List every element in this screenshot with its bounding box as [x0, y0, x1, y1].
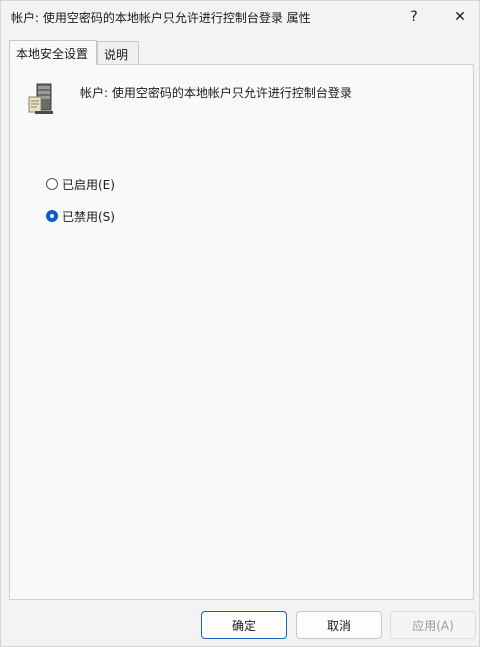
close-icon: ✕	[454, 9, 466, 25]
enabled-label: 已启用(E)	[62, 177, 115, 192]
properties-dialog: 帐户: 使用空密码的本地帐户只允许进行控制台登录 属性 ? ✕ 本地安全设置 说…	[0, 0, 480, 647]
title-bar: 帐户: 使用空密码的本地帐户只允许进行控制台登录 属性 ? ✕	[1, 1, 479, 33]
help-icon: ?	[410, 9, 418, 25]
cancel-button[interactable]: 取消	[296, 611, 382, 639]
window-title: 帐户: 使用空密码的本地帐户只允许进行控制台登录 属性	[11, 11, 311, 25]
option-disabled[interactable]: 已禁用(S)	[46, 207, 115, 225]
ok-button[interactable]: 确定	[201, 611, 287, 639]
option-enabled[interactable]: 已启用(E)	[46, 175, 115, 193]
tab-local-security-setting[interactable]: 本地安全设置	[9, 40, 97, 65]
disabled-radio[interactable]	[46, 210, 58, 222]
server-policy-icon	[28, 83, 53, 114]
policy-title: 帐户: 使用空密码的本地帐户只允许进行控制台登录	[80, 86, 352, 100]
disabled-label: 已禁用(S)	[62, 209, 115, 224]
apply-button[interactable]: 应用(A)	[390, 611, 476, 639]
tab-explain[interactable]: 说明	[97, 41, 139, 64]
enabled-radio[interactable]	[46, 178, 58, 190]
help-button[interactable]: ?	[391, 1, 437, 33]
tab-panel: 帐户: 使用空密码的本地帐户只允许进行控制台登录 已启用(E) 已禁用(S)	[9, 64, 474, 600]
close-button[interactable]: ✕	[437, 1, 480, 33]
